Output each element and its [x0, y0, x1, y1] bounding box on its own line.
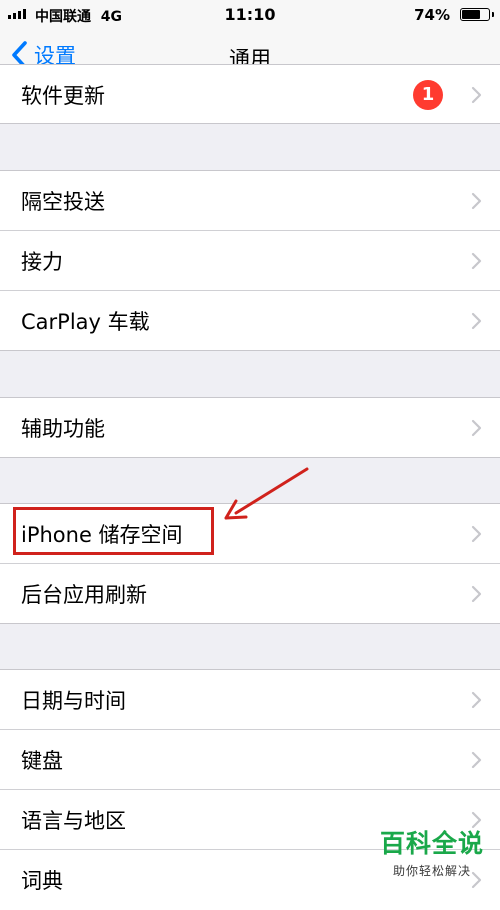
- settings-row-carplay[interactable]: CarPlay 车载: [0, 291, 500, 351]
- settings-group-connectivity: 隔空投送 接力 CarPlay 车载: [0, 170, 500, 351]
- row-label: 接力: [21, 249, 63, 274]
- chevron-right-icon: [471, 585, 482, 603]
- chevron-right-icon: [471, 419, 482, 437]
- row-label: 后台应用刷新: [21, 583, 147, 607]
- chevron-right-icon: [471, 691, 482, 708]
- settings-row-background-refresh[interactable]: 后台应用刷新: [0, 564, 500, 624]
- settings-group-updates: 软件更新 1: [0, 64, 500, 124]
- row-label: 日期与时间: [21, 688, 126, 713]
- status-bar: 中国联通 4G 11:10 74%: [0, 0, 500, 30]
- chevron-right-icon: [471, 525, 482, 542]
- notification-badge: 1: [413, 80, 443, 110]
- battery-percent: 74%: [414, 6, 450, 24]
- row-label: 语言与地区: [21, 808, 126, 833]
- chevron-right-icon: [471, 312, 482, 330]
- row-label: 辅助功能: [21, 417, 105, 441]
- annotation-highlight-box: [13, 507, 214, 555]
- settings-row-accessibility[interactable]: 辅助功能: [0, 398, 500, 458]
- row-label: CarPlay 车载: [21, 310, 150, 334]
- chevron-right-icon: [471, 86, 482, 104]
- chevron-right-icon: [471, 192, 482, 209]
- settings-row-date-time[interactable]: 日期与时间: [0, 670, 500, 730]
- row-label: 键盘: [21, 748, 63, 773]
- chevron-right-icon: [471, 252, 482, 269]
- watermark-subtitle: 助你轻松解决: [392, 864, 471, 878]
- settings-row-software-update[interactable]: 软件更新 1: [0, 65, 500, 125]
- settings-row-airdrop[interactable]: 隔空投送: [0, 171, 500, 231]
- battery-icon: [460, 8, 494, 21]
- watermark-title: 百科全说: [379, 829, 484, 858]
- battery-fill: [462, 10, 480, 19]
- row-label: 隔空投送: [21, 189, 105, 214]
- settings-row-handoff[interactable]: 接力: [0, 231, 500, 291]
- watermark: 百科全说 助你轻松解决: [380, 824, 484, 879]
- settings-group-accessibility: 辅助功能: [0, 397, 500, 458]
- settings-row-keyboard[interactable]: 键盘: [0, 730, 500, 790]
- row-label: 词典: [21, 869, 63, 893]
- row-label: 软件更新: [21, 84, 105, 108]
- chevron-right-icon: [471, 751, 482, 768]
